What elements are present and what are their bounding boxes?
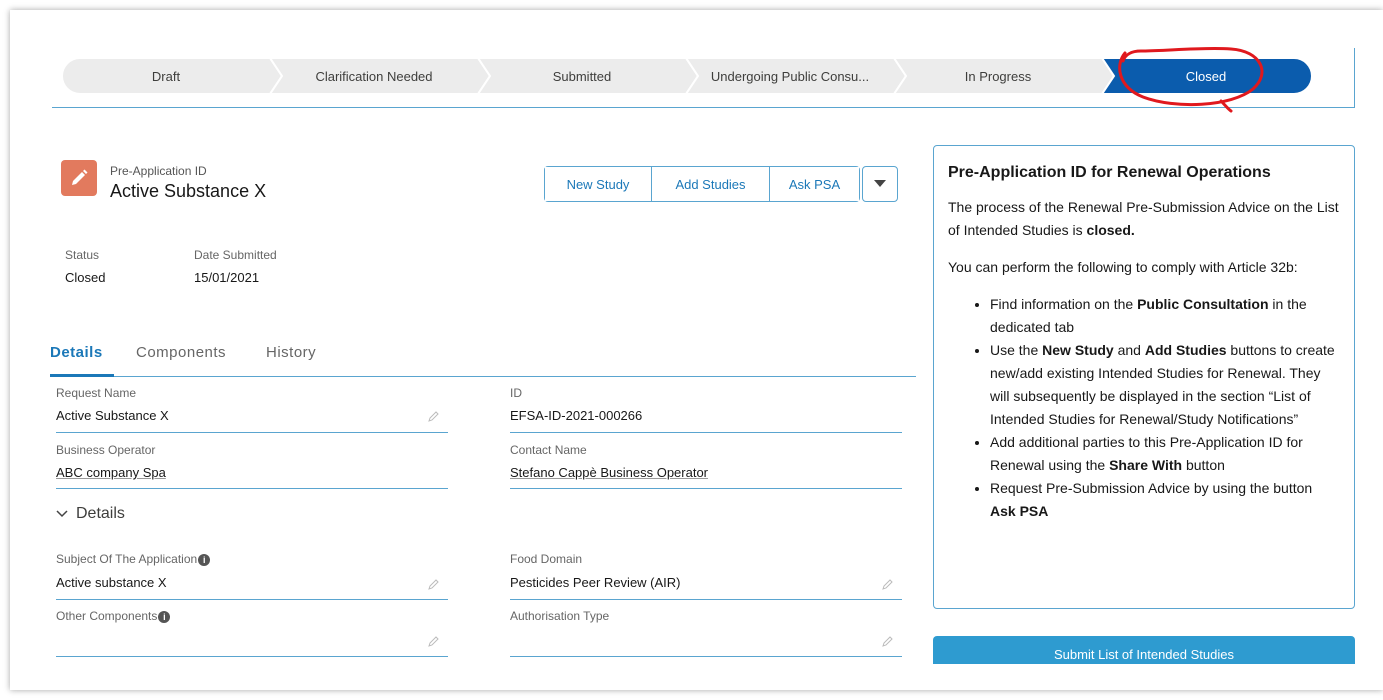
- panel-title: Pre-Application ID for Renewal Operation…: [948, 164, 1271, 181]
- renewal-info-panel: Pre-Application ID for Renewal Operation…: [933, 145, 1355, 609]
- field-underline: [56, 432, 448, 433]
- food-domain-value: Pesticides Peer Review (AIR): [510, 575, 681, 590]
- tab-components[interactable]: Components: [136, 344, 226, 361]
- status-label: Status: [65, 248, 100, 262]
- edit-pencil-icon[interactable]: [428, 635, 440, 647]
- other-components-label: Other Components i: [56, 609, 171, 623]
- path-stage-public-consultation[interactable]: Undergoing Public Consu...: [686, 58, 906, 94]
- edit-pencil-icon[interactable]: [882, 578, 894, 590]
- section-title: Details: [76, 505, 125, 522]
- path-container: Draft Clarification Needed Submitted Und…: [52, 48, 1355, 108]
- submit-list-button[interactable]: Submit List of Intended Studies: [933, 636, 1355, 666]
- field-underline: [510, 656, 902, 657]
- record-tabs: Details Components History: [50, 344, 916, 377]
- path-stage-clarification[interactable]: Clarification Needed: [270, 58, 490, 94]
- field-underline: [56, 488, 448, 489]
- ask-psa-button[interactable]: Ask PSA: [770, 167, 859, 201]
- field-underline: [510, 488, 902, 489]
- edit-pencil-icon[interactable]: [428, 578, 440, 590]
- path-stage-draft[interactable]: Draft: [62, 58, 282, 94]
- field-underline: [56, 656, 448, 657]
- subject-label: Subject Of The Application i: [56, 552, 211, 566]
- list-item: Find information on the Public Consultat…: [990, 293, 1340, 339]
- screenshot-crop-edge: [10, 664, 1383, 690]
- request-name-value: Active Substance X: [56, 408, 169, 423]
- tab-details[interactable]: Details: [50, 344, 103, 361]
- path-stage-submitted[interactable]: Submitted: [478, 58, 698, 94]
- info-icon[interactable]: i: [198, 553, 211, 566]
- list-item: Request Pre-Submission Advice by using t…: [990, 477, 1340, 523]
- subject-value: Active substance X: [56, 575, 167, 590]
- record-type-label: Pre-Application ID: [110, 164, 207, 178]
- chevron-down-icon: [56, 510, 68, 518]
- list-item: Add additional parties to this Pre-Appli…: [990, 431, 1340, 477]
- field-underline: [510, 432, 902, 433]
- new-study-button[interactable]: New Study: [545, 167, 652, 201]
- panel-paragraph-intro: You can perform the following to comply …: [948, 259, 1298, 275]
- date-submitted-label: Date Submitted: [194, 248, 277, 262]
- id-label: ID: [510, 386, 522, 400]
- list-item: Use the New Study and Add Studies button…: [990, 339, 1340, 431]
- food-domain-label: Food Domain: [510, 552, 583, 566]
- add-studies-button[interactable]: Add Studies: [652, 167, 770, 201]
- authorisation-type-label: Authorisation Type: [510, 609, 610, 623]
- panel-list: Find information on the Public Consultat…: [990, 293, 1340, 523]
- contact-name-label: Contact Name: [510, 443, 587, 457]
- business-operator-link[interactable]: ABC company Spa: [56, 465, 166, 480]
- date-submitted-value: 15/01/2021: [194, 270, 260, 285]
- contact-name-link[interactable]: Stefano Cappè Business Operator: [510, 465, 708, 480]
- request-name-label: Request Name: [56, 386, 137, 400]
- active-tab-indicator: [50, 374, 114, 377]
- edit-pencil-icon[interactable]: [882, 635, 894, 647]
- status-value: Closed: [65, 270, 106, 285]
- path-stage-closed[interactable]: Closed: [1102, 58, 1312, 94]
- field-underline: [510, 599, 902, 600]
- path-stage-in-progress[interactable]: In Progress: [894, 58, 1114, 94]
- edit-pencil-icon[interactable]: [428, 410, 440, 422]
- field-underline: [56, 599, 448, 600]
- id-value: EFSA-ID-2021-000266: [510, 408, 643, 423]
- record-title: Active Substance X: [110, 181, 267, 201]
- details-section-toggle[interactable]: Details: [56, 505, 125, 523]
- info-icon[interactable]: i: [158, 610, 171, 623]
- more-actions-dropdown[interactable]: [862, 166, 898, 202]
- panel-paragraph-status: The process of the Renewal Pre-Submissio…: [948, 199, 1339, 238]
- status-path: Draft Clarification Needed Submitted Und…: [62, 58, 1312, 94]
- business-operator-label: Business Operator: [56, 443, 156, 457]
- action-button-group: New Study Add Studies Ask PSA: [544, 166, 860, 202]
- tab-history[interactable]: History: [266, 344, 316, 361]
- chevron-down-icon: [874, 180, 886, 187]
- pencil-icon: [61, 160, 97, 196]
